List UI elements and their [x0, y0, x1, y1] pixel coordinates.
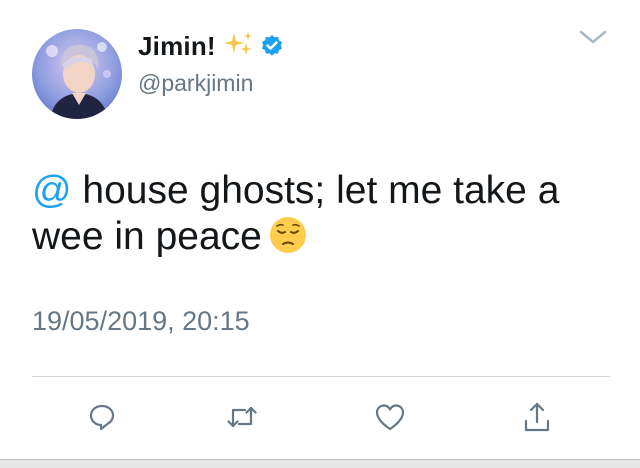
- tweet-text: @ house ghosts; let me take a wee in pea…: [32, 168, 612, 260]
- divider: [32, 376, 610, 377]
- heart-icon: [374, 402, 406, 437]
- like-button[interactable]: [372, 401, 408, 437]
- retweet-button[interactable]: [224, 401, 260, 437]
- verified-badge-icon: [260, 34, 284, 58]
- share-button[interactable]: [519, 401, 555, 437]
- name-row: Jimin!: [138, 29, 284, 63]
- sparkles-icon: [222, 29, 256, 63]
- chevron-down-icon[interactable]: [578, 26, 608, 48]
- tweet-actions: [0, 401, 640, 437]
- retweet-icon: [225, 402, 259, 437]
- share-icon: [522, 401, 552, 438]
- user-handle[interactable]: @parkjimin: [138, 70, 253, 97]
- reply-icon: [87, 402, 117, 437]
- avatar[interactable]: [32, 29, 122, 119]
- pensive-face-icon: [268, 215, 308, 255]
- mention-link[interactable]: @: [32, 169, 72, 212]
- reply-button[interactable]: [84, 401, 120, 437]
- tweet-timestamp[interactable]: 19/05/2019, 20:15: [32, 306, 250, 337]
- display-name[interactable]: Jimin!: [138, 31, 216, 62]
